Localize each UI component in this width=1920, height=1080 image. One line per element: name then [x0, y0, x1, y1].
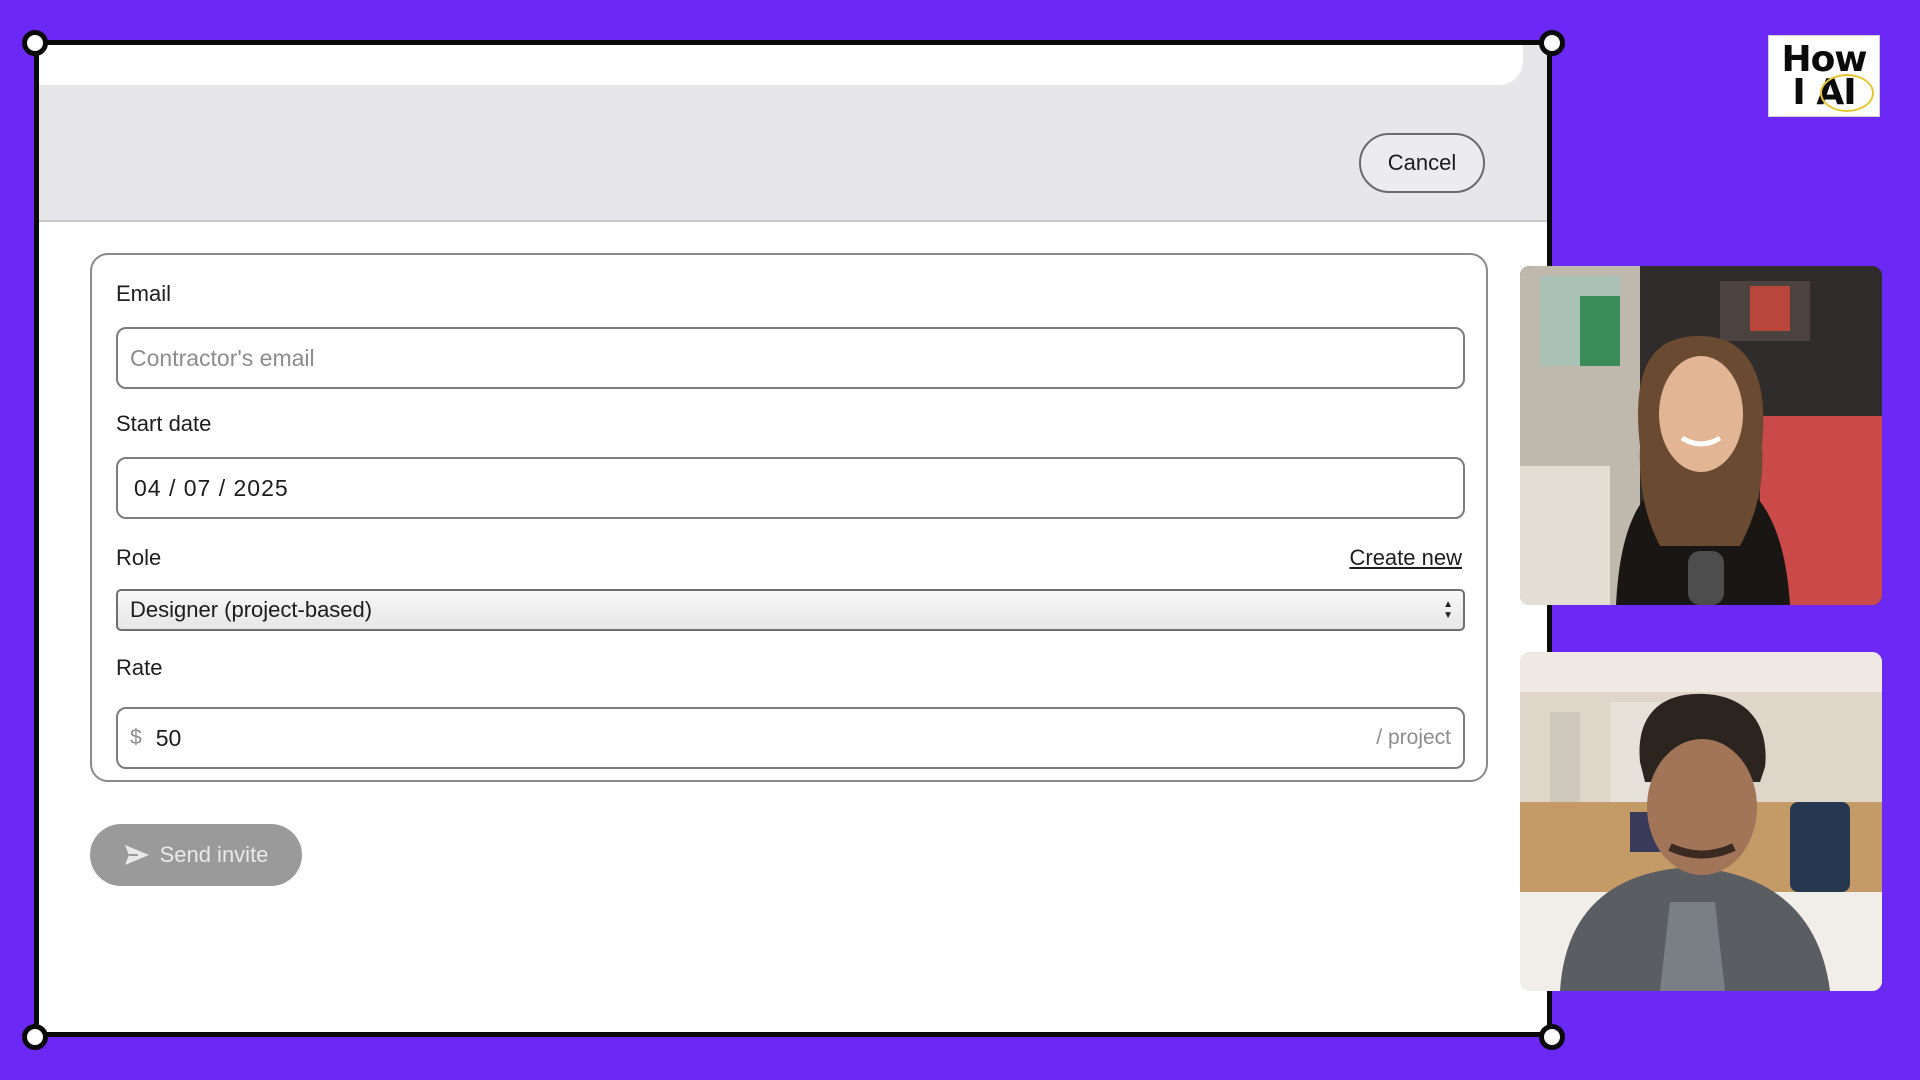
- app-window: Cancel Email Contractor's email Start da…: [34, 40, 1552, 1037]
- logo-line-2: I AI: [1792, 74, 1875, 112]
- rate-unit-suffix: / project: [1376, 726, 1451, 749]
- currency-prefix: $: [130, 726, 142, 749]
- invite-form: Email Contractor's email Start date 04 /…: [90, 253, 1488, 782]
- resize-handle-bottom-left[interactable]: [22, 1024, 48, 1050]
- send-invite-button[interactable]: Send invite: [90, 824, 302, 886]
- email-field[interactable]: Contractor's email: [116, 327, 1465, 389]
- start-date-field[interactable]: 04 / 07 / 2025: [116, 457, 1465, 519]
- how-i-ai-logo: How I AI: [1768, 35, 1880, 117]
- select-arrows-icon: ▲ ▼: [1443, 599, 1453, 621]
- resize-handle-top-left[interactable]: [22, 30, 48, 56]
- participant-video-1: [1520, 266, 1882, 605]
- rate-field[interactable]: $ 50 / project: [116, 707, 1465, 769]
- role-label: Role: [116, 545, 162, 570]
- resize-handle-top-right[interactable]: [1539, 30, 1565, 56]
- send-icon: [124, 844, 150, 866]
- resize-handle-bottom-right[interactable]: [1539, 1024, 1565, 1050]
- rate-value: 50: [155, 724, 182, 751]
- email-label: Email: [116, 281, 172, 306]
- role-selected-value: Designer (project-based): [130, 597, 373, 622]
- start-date-label: Start date: [116, 411, 212, 436]
- header-bar: [39, 45, 1523, 85]
- participant-video-2: [1520, 652, 1882, 991]
- modal-header: Cancel: [39, 45, 1547, 222]
- start-date-value: 04 / 07 / 2025: [134, 474, 289, 501]
- send-invite-label: Send invite: [159, 842, 269, 867]
- create-new-role-link[interactable]: Create new: [1349, 545, 1462, 571]
- role-select[interactable]: Designer (project-based) ▲ ▼: [116, 589, 1465, 631]
- email-placeholder: Contractor's email: [130, 344, 315, 371]
- cancel-button[interactable]: Cancel: [1359, 133, 1485, 193]
- rate-label: Rate: [116, 655, 163, 680]
- logo-ring-icon: [1820, 74, 1875, 112]
